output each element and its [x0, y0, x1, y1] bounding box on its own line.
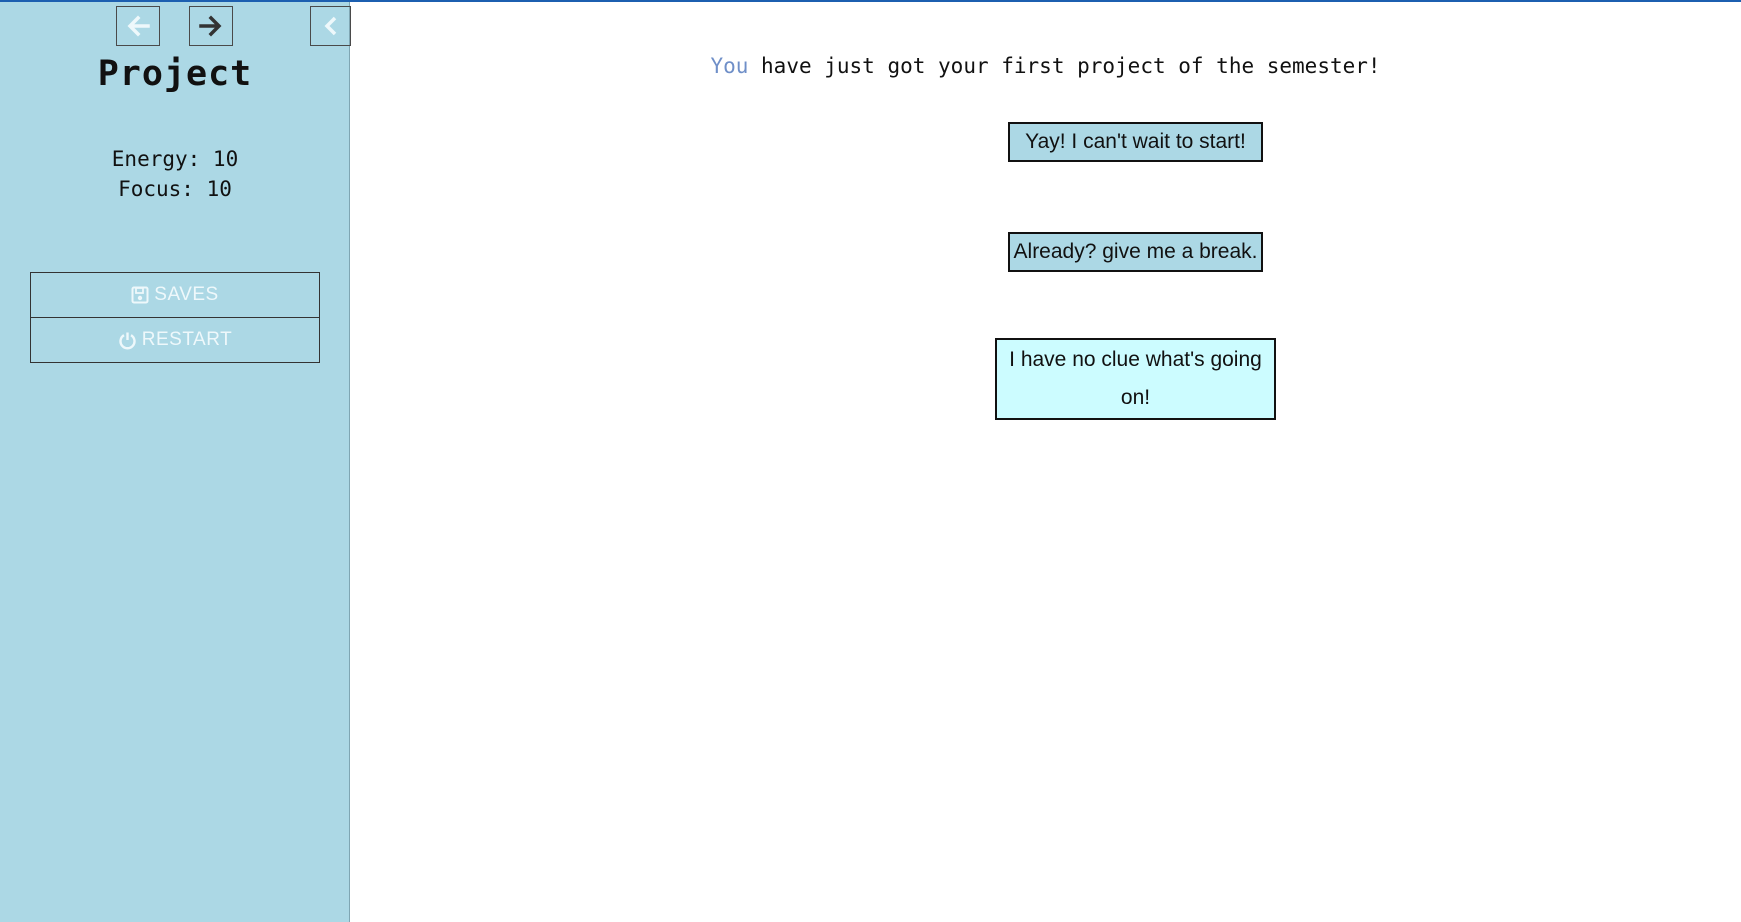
stats-panel: Energy: 10 Focus: 10	[0, 144, 350, 204]
history-forward-button[interactable]	[189, 6, 233, 46]
restart-label: RESTART	[141, 329, 233, 350]
arrow-left-icon	[126, 15, 150, 37]
choice-button[interactable]: Already? give me a break.	[1008, 232, 1263, 272]
focus-stat: Focus: 10	[118, 177, 232, 201]
history-back-button[interactable]	[116, 6, 160, 46]
choice-button[interactable]: I have no clue what's going on!	[995, 338, 1276, 420]
restart-button[interactable]: RESTART	[31, 317, 319, 362]
chevron-left-icon	[322, 15, 340, 37]
sidebar: Project Energy: 10 Focus: 10 SAVES RESTA…	[0, 2, 351, 922]
sidebar-collapse-button[interactable]	[310, 6, 351, 46]
speaker-name: You	[710, 54, 749, 78]
choice-button[interactable]: Yay! I can't wait to start!	[1008, 122, 1263, 162]
saves-label: SAVES	[154, 284, 219, 305]
floppy-disk-icon	[131, 286, 149, 304]
energy-stat: Energy: 10	[111, 147, 239, 171]
passage-text: You have just got your first project of …	[350, 54, 1741, 78]
story-title: Project	[97, 54, 253, 94]
saves-button[interactable]: SAVES	[31, 273, 319, 317]
sidebar-menu: SAVES RESTART	[30, 272, 320, 363]
passage-body: have just got your first project of the …	[748, 54, 1381, 78]
arrow-right-icon	[199, 15, 223, 37]
power-icon	[118, 331, 137, 350]
